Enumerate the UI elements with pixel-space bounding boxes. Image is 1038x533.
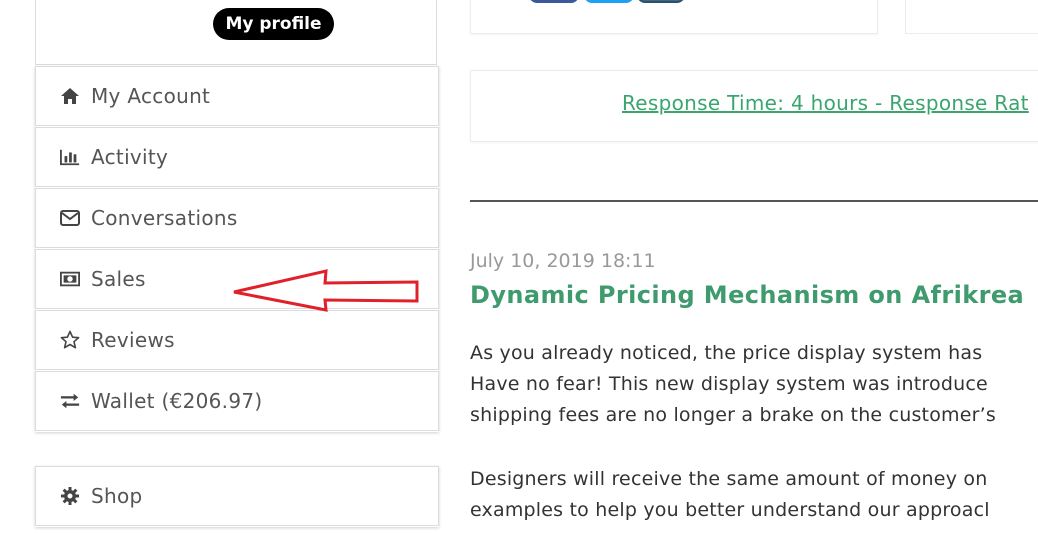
- paragraph-line: shipping fees are no longer a brake on t…: [470, 404, 996, 426]
- gear-icon: [60, 486, 80, 506]
- sidebar-item-my-account[interactable]: My Account: [35, 66, 439, 126]
- sidebar-item-label: Sales: [91, 267, 146, 291]
- post-date: July 10, 2019 18:11: [470, 250, 656, 272]
- post-title[interactable]: Dynamic Pricing Mechanism on Afrikrea: [470, 281, 1024, 309]
- sidebar-item-label: Reviews: [91, 328, 175, 352]
- divider: [470, 200, 1038, 202]
- my-profile-button[interactable]: My profile: [213, 8, 334, 40]
- bar-chart-icon: [60, 147, 80, 167]
- sidebar-item-activity[interactable]: Activity: [35, 127, 439, 187]
- exchange-icon: [60, 391, 80, 411]
- twitter-icon[interactable]: [584, 0, 634, 3]
- shop-menu: Shop: [35, 466, 439, 527]
- annotation-arrow: [233, 269, 419, 312]
- home-icon: [60, 86, 80, 106]
- sidebar-item-label: Activity: [91, 145, 169, 169]
- facebook-icon[interactable]: [529, 0, 579, 3]
- response-info-card: Response Time: 4 hours - Response Rat: [470, 70, 1038, 142]
- side-card: [905, 0, 1038, 34]
- post-paragraph: Designers will receive the same amount o…: [470, 464, 990, 526]
- profile-header: My profile: [35, 0, 437, 65]
- paragraph-line: Designers will receive the same amount o…: [470, 468, 988, 490]
- account-menu: My Account Activity Conversations Sales …: [35, 66, 439, 432]
- paragraph-line: Have no fear! This new display system wa…: [470, 373, 988, 395]
- envelope-icon: [60, 208, 80, 228]
- sidebar-item-label: Conversations: [91, 206, 238, 230]
- social-share-card: [470, 0, 878, 34]
- sidebar-item-label: Shop: [91, 484, 143, 508]
- paragraph-line: As you already noticed, the price displa…: [470, 342, 983, 364]
- sidebar-item-shop[interactable]: Shop: [35, 466, 439, 526]
- sidebar-item-label: My Account: [91, 84, 211, 108]
- sidebar-item-reviews[interactable]: Reviews: [35, 310, 439, 370]
- post-paragraph: As you already noticed, the price displa…: [470, 338, 996, 431]
- paragraph-line: examples to help you better understand o…: [470, 499, 990, 521]
- linkedin-icon[interactable]: [637, 0, 685, 3]
- response-time-link[interactable]: Response Time: 4 hours - Response Rat: [622, 91, 1029, 115]
- star-icon: [60, 330, 80, 350]
- money-icon: [60, 269, 80, 289]
- sidebar-item-label: Wallet (€206.97): [91, 389, 263, 413]
- sidebar-item-conversations[interactable]: Conversations: [35, 188, 439, 248]
- sidebar-item-wallet[interactable]: Wallet (€206.97): [35, 371, 439, 431]
